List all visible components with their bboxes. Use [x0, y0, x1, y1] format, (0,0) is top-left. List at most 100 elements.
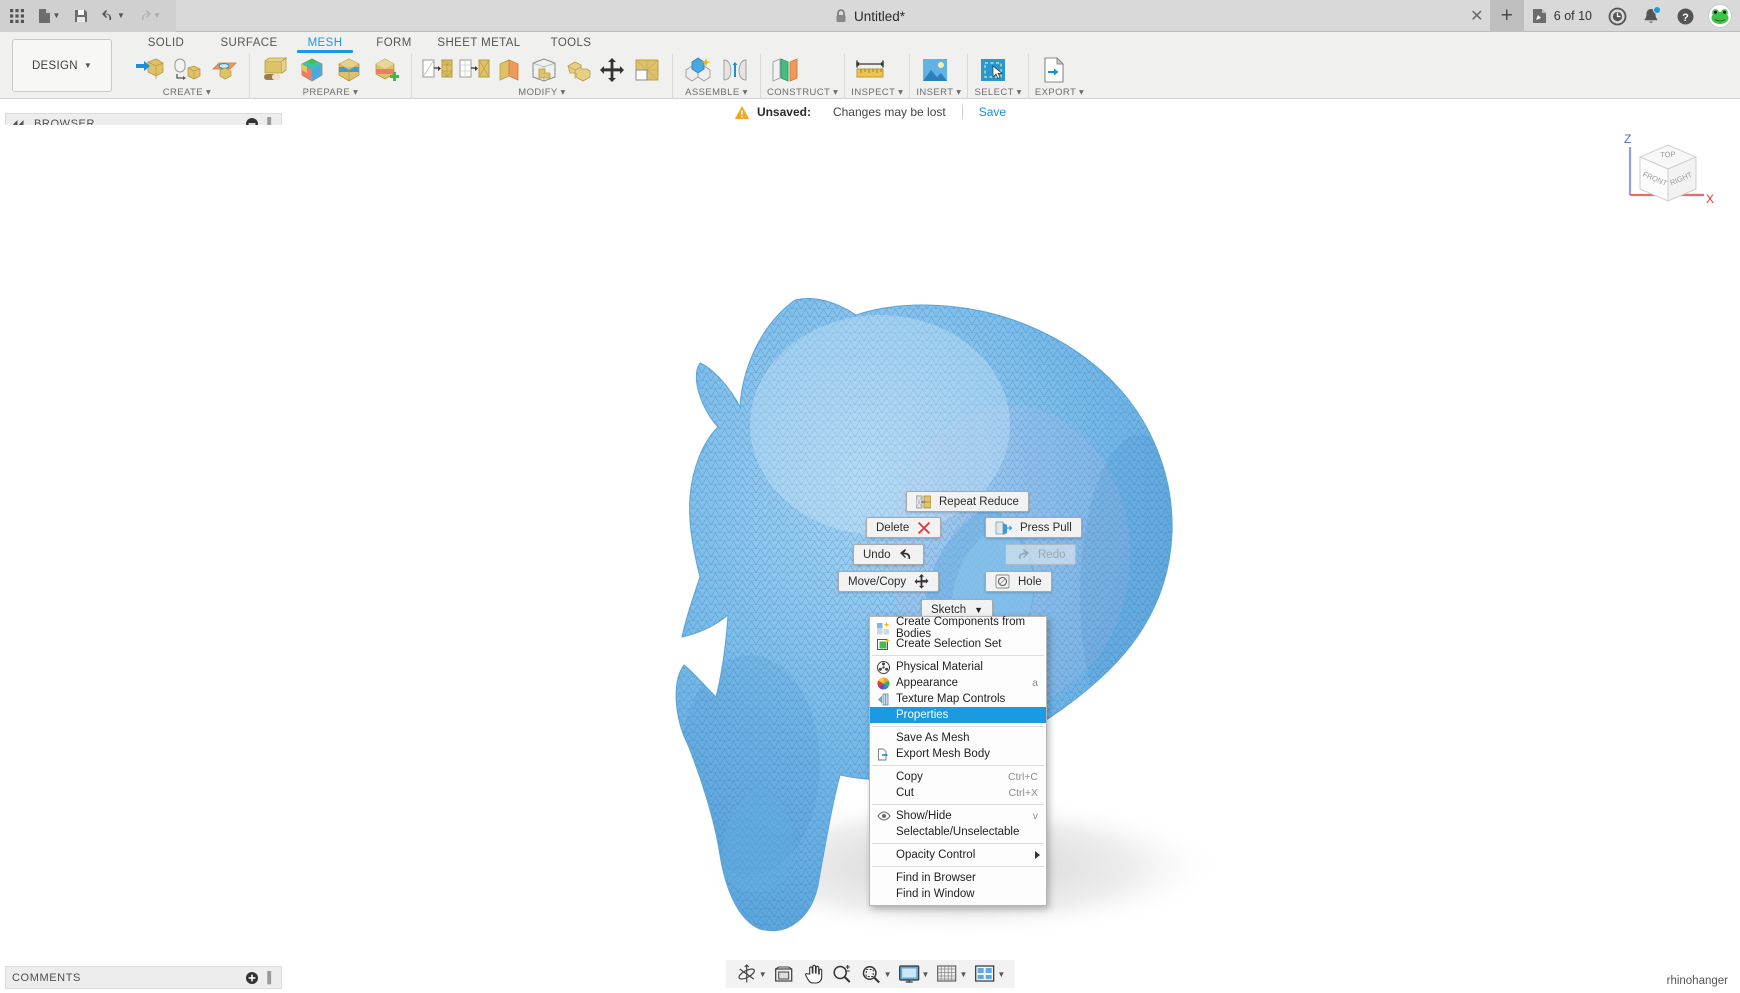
- menu-separator: [872, 804, 1044, 805]
- tab-label: SHEET METAL: [437, 37, 521, 49]
- menu-item-properties[interactable]: Properties: [870, 707, 1046, 723]
- mesh-quad-icon[interactable]: [630, 55, 664, 85]
- menu-item-opacity-control[interactable]: Opacity Control: [870, 847, 1046, 863]
- menu-separator: [872, 726, 1044, 727]
- comments-panel[interactable]: COMMENTS ▌: [5, 966, 282, 989]
- clock-icon[interactable]: [1600, 0, 1634, 32]
- unwrap-icon[interactable]: [420, 55, 454, 85]
- new-document-icon[interactable]: ▼: [32, 3, 66, 29]
- red-x-icon: [917, 521, 931, 535]
- panel-prepare: PREPARE ▾: [249, 50, 411, 99]
- fit-icon: [860, 963, 883, 986]
- marking-repeat-reduce-button[interactable]: Repeat Reduce: [906, 491, 1029, 512]
- menu-item-copy[interactable]: Copy Ctrl+C: [870, 769, 1046, 785]
- look-at-icon: [773, 963, 796, 986]
- combine-icon[interactable]: [564, 55, 594, 85]
- orbit-button[interactable]: ▼: [732, 961, 770, 987]
- view-cube[interactable]: Z X TOP FRONT RIGHT: [1602, 129, 1732, 229]
- fit-button[interactable]: ▼: [857, 961, 895, 987]
- menu-item-selectable-unselectable[interactable]: Selectable/Unselectable: [870, 824, 1046, 840]
- viewport-canvas[interactable]: Repeat Reduce Delete Press Pull Undo Red…: [0, 125, 1740, 968]
- save-icon[interactable]: [68, 3, 94, 29]
- construct-plane-icon[interactable]: [769, 55, 803, 85]
- viewports-button[interactable]: ▼: [970, 961, 1008, 987]
- reduce-mesh-icon[interactable]: [295, 50, 329, 85]
- tab-tools[interactable]: TOOLS: [529, 34, 613, 51]
- marking-move-copy-button[interactable]: Move/Copy: [838, 571, 940, 592]
- menu-item-cut[interactable]: Cut Ctrl+X: [870, 785, 1046, 801]
- export-icon[interactable]: [1037, 55, 1071, 85]
- circle-plus-icon[interactable]: [246, 971, 259, 984]
- menu-item-create-selection-set[interactable]: Create Selection Set: [870, 636, 1046, 652]
- comments-resize-handle[interactable]: ▌: [267, 972, 275, 984]
- panel-create: CREATE ▾: [125, 54, 249, 99]
- menu-item-label: Export Mesh Body: [896, 748, 990, 760]
- marking-hole-button[interactable]: Hole: [985, 571, 1052, 592]
- select-window-icon[interactable]: [976, 55, 1010, 85]
- new-component-icon[interactable]: [681, 55, 715, 85]
- create-mesh-icon[interactable]: [133, 55, 167, 85]
- mesh-add-icon[interactable]: [369, 55, 403, 85]
- save-link[interactable]: Save: [979, 105, 1006, 119]
- menu-item-find-in-window[interactable]: Find in Window: [870, 886, 1046, 902]
- joint-icon[interactable]: [718, 55, 752, 85]
- plane-cut-icon[interactable]: [494, 55, 524, 85]
- texture-map-icon: [874, 693, 893, 706]
- panel-modify: MODIFY ▾: [411, 54, 672, 99]
- menu-item-label: Find in Browser: [896, 872, 976, 884]
- modify-face-icon[interactable]: [527, 55, 561, 85]
- menu-item-export-mesh-body[interactable]: Export Mesh Body: [870, 746, 1046, 762]
- pan-button[interactable]: [799, 961, 828, 987]
- bell-icon[interactable]: [1634, 0, 1668, 32]
- menu-item-label: Show/Hide: [896, 810, 952, 822]
- unsaved-message: Changes may be lost: [833, 105, 963, 119]
- tab-solid[interactable]: SOLID: [125, 34, 207, 51]
- avatar[interactable]: [1708, 4, 1732, 28]
- tab-surface[interactable]: SURFACE: [207, 34, 291, 51]
- menu-item-accelerator: Ctrl+X: [1008, 787, 1038, 799]
- marking-undo-button[interactable]: Undo: [853, 544, 924, 565]
- menu-item-texture-map-controls[interactable]: Texture Map Controls: [870, 691, 1046, 707]
- measure-icon[interactable]: [853, 55, 887, 85]
- app-grid-icon[interactable]: [4, 3, 30, 29]
- redo-icon[interactable]: ▼: [132, 3, 166, 29]
- reduce-mesh-icon: [916, 495, 931, 509]
- panel-label-insert: INSERT ▾: [916, 87, 962, 98]
- appearance-icon: [874, 677, 893, 690]
- menu-item-appearance[interactable]: Appearance a: [870, 675, 1046, 691]
- job-status-icon[interactable]: [1524, 0, 1558, 32]
- menu-item-physical-material[interactable]: Physical Material: [870, 659, 1046, 675]
- help-icon[interactable]: ?: [1668, 0, 1702, 32]
- menu-item-accelerator: v: [1032, 810, 1038, 822]
- menu-item-label: Selectable/Unselectable: [896, 826, 1020, 838]
- menu-item-save-as-mesh[interactable]: Save As Mesh: [870, 730, 1046, 746]
- plus-icon[interactable]: +: [1489, 0, 1524, 32]
- menu-item-create-components-from-bodies[interactable]: Create Components from Bodies: [870, 616, 1046, 640]
- move-cross-icon: [914, 574, 929, 589]
- insert-image-icon[interactable]: [918, 55, 952, 85]
- tab-label: SURFACE: [220, 37, 278, 49]
- display-settings-button[interactable]: ▼: [895, 961, 933, 987]
- mesh-from-solid-icon[interactable]: [170, 55, 204, 85]
- marking-press-pull-button[interactable]: Press Pull: [985, 517, 1082, 538]
- marking-delete-button[interactable]: Delete: [866, 517, 942, 538]
- tab-sheet-metal[interactable]: SHEET METAL: [429, 34, 529, 51]
- menu-item-label: Properties: [896, 709, 949, 721]
- grid-snap-button[interactable]: ▼: [932, 961, 970, 987]
- move-cross-icon[interactable]: [597, 55, 627, 85]
- tab-form[interactable]: FORM: [359, 34, 429, 51]
- mesh-plane-icon[interactable]: [207, 55, 241, 85]
- menu-item-label: Opacity Control: [896, 849, 976, 861]
- remesh-icon[interactable]: [332, 55, 366, 85]
- physical-material-icon: [874, 660, 893, 674]
- tab-mesh[interactable]: MESH: [291, 34, 359, 53]
- workspace-switcher-button[interactable]: DESIGN ▼: [12, 39, 112, 92]
- close-icon[interactable]: ✕: [1464, 0, 1490, 32]
- menu-item-find-in-browser[interactable]: Find in Browser: [870, 870, 1046, 886]
- menu-item-show-hide[interactable]: Show/Hide v: [870, 808, 1046, 824]
- zoom-button[interactable]: [828, 961, 857, 987]
- mesh-repair-icon[interactable]: [258, 55, 292, 85]
- mesh-section-icon[interactable]: [457, 55, 491, 85]
- look-at-button[interactable]: [770, 961, 799, 987]
- undo-icon[interactable]: ▼: [96, 3, 130, 29]
